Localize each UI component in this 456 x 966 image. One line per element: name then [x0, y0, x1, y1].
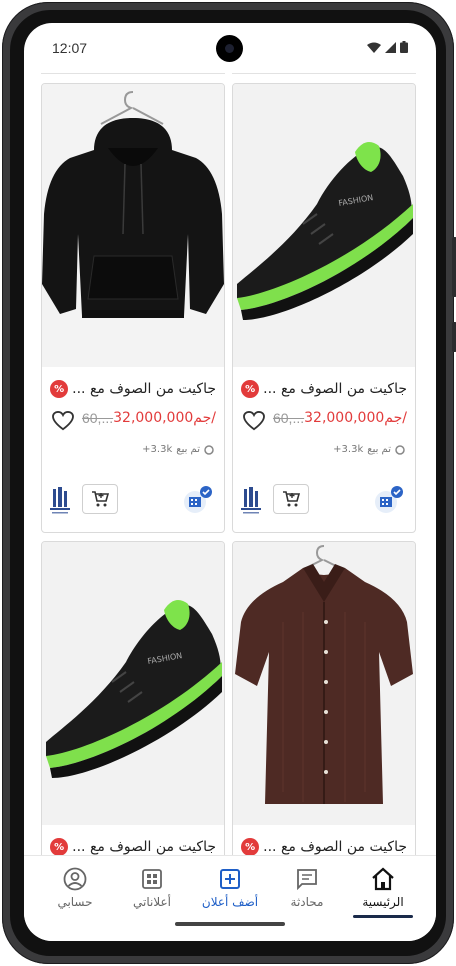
discount-badge-icon: % [50, 380, 69, 398]
product-card[interactable]: جاكيت من الصوف مع ... % 60,... 32,000,00… [41, 83, 225, 533]
product-title[interactable]: جاكيت من الصوف مع ... [263, 839, 407, 855]
product-title[interactable]: جاكيت من الصوف مع ... [72, 839, 216, 855]
product-title[interactable]: جاكيت من الصوف مع ... [263, 381, 407, 397]
verified-store-icon[interactable] [184, 486, 212, 514]
home-indicator[interactable] [175, 922, 285, 926]
account-icon [62, 866, 88, 892]
nav-item-home[interactable]: الرئيسية [343, 866, 423, 918]
flame-icon [204, 444, 214, 455]
new-price: 32,000,000جم/ [304, 410, 407, 426]
verified-store-icon[interactable] [375, 486, 403, 514]
price-row: 60,... 32,000,000جم/ [273, 410, 407, 426]
product-image-black-sneaker[interactable]: FASHION [233, 84, 415, 367]
product-card[interactable]: FASHION جاكيت من الصوف مع ... % 60,... 3… [232, 83, 416, 533]
phone-frame: 12:07 جاكيت من الصوف مع ... % 60,... 32,… [2, 2, 456, 964]
sold-count: +3.3k [142, 444, 173, 455]
status-icons [367, 41, 408, 53]
nav-item-account[interactable]: حسابي [35, 866, 115, 918]
status-time: 12:07 [52, 40, 88, 56]
product-title-row[interactable]: جاكيت من الصوف مع ... % [237, 376, 407, 402]
divider [41, 73, 225, 74]
battery-icon [400, 41, 408, 53]
product-title[interactable]: جاكيت من الصوف مع ... [72, 381, 216, 397]
power-button [452, 322, 456, 352]
product-card[interactable]: جاكيت من الصوف مع ... % [232, 541, 416, 855]
nav-label: محادثة [290, 895, 324, 909]
add-to-cart-button[interactable] [82, 484, 118, 514]
product-title-row[interactable]: جاكيت من الصوف مع ... % [237, 834, 407, 855]
nav-item-my-ads[interactable]: أعلاناتي [112, 866, 192, 918]
signal-icon [385, 41, 396, 53]
store-logo-icon [240, 487, 262, 515]
sold-label: تم بيع [367, 444, 391, 455]
discount-badge-icon: % [50, 838, 69, 855]
screen: 12:07 جاكيت من الصوف مع ... % 60,... 32,… [24, 23, 436, 941]
heart-icon[interactable] [243, 411, 265, 431]
divider [232, 73, 416, 74]
product-card[interactable]: FASHION جاكيت من الصوف مع ... % [41, 541, 225, 855]
bottom-navigation: حسابي أعلاناتي أضف أعلان محادثة الرئيسية [24, 855, 436, 941]
volume-button [452, 237, 456, 297]
add-box-icon [217, 866, 243, 892]
store-logo-icon [49, 487, 71, 515]
sold-info: تم بيع +3.3k [142, 444, 214, 455]
sold-count: +3.3k [333, 444, 364, 455]
front-camera [216, 35, 243, 62]
heart-icon[interactable] [52, 411, 74, 431]
price-row: 60,... 32,000,000جم/ [82, 410, 216, 426]
nav-item-add-ad[interactable]: أضف أعلان [190, 866, 270, 918]
chat-icon [294, 866, 320, 892]
product-image-black-sneaker[interactable]: FASHION [42, 542, 224, 825]
cart-icon [92, 491, 109, 507]
old-price: 60,... [81, 410, 114, 426]
product-image-brown-shirt[interactable] [233, 542, 415, 825]
product-grid[interactable]: جاكيت من الصوف مع ... % 60,... 32,000,00… [24, 73, 436, 855]
add-to-cart-button[interactable] [273, 484, 309, 514]
new-price: 32,000,000جم/ [113, 410, 216, 426]
nav-label: حسابي [57, 895, 93, 909]
grid-icon [139, 866, 165, 892]
active-tab-indicator [353, 915, 413, 918]
sold-info: تم بيع +3.3k [333, 444, 405, 455]
home-icon [370, 866, 396, 892]
nav-item-chat[interactable]: محادثة [267, 866, 347, 918]
old-price: 60,... [272, 410, 305, 426]
nav-label: الرئيسية [362, 895, 404, 909]
nav-label: أضف أعلان [201, 895, 259, 909]
discount-badge-icon: % [241, 838, 260, 855]
sold-label: تم بيع [176, 444, 200, 455]
wifi-icon [367, 42, 381, 53]
cart-icon [283, 491, 300, 507]
status-bar: 12:07 [24, 23, 436, 73]
discount-badge-icon: % [241, 380, 260, 398]
product-image-black-hoodie[interactable] [42, 84, 224, 367]
flame-icon [395, 444, 405, 455]
product-title-row[interactable]: جاكيت من الصوف مع ... % [46, 834, 216, 855]
nav-label: أعلاناتي [133, 895, 171, 909]
product-title-row[interactable]: جاكيت من الصوف مع ... % [46, 376, 216, 402]
